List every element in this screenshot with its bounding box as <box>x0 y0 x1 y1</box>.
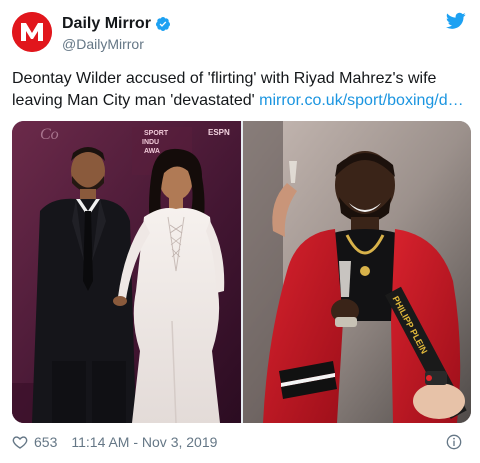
tweet-card[interactable]: Daily Mirror @DailyMirror Deontay Wilder… <box>0 0 480 463</box>
article-link[interactable]: mirror.co.uk/sport/boxing/d… <box>259 92 464 109</box>
display-name-row: Daily Mirror <box>62 14 171 34</box>
daily-mirror-logo-icon <box>12 12 52 52</box>
sign-sport: SPORT <box>144 130 169 137</box>
sign-espn: ESPN <box>208 128 230 137</box>
tweet-footer: 653 11:14 AM - Nov 3, 2019 <box>12 430 468 454</box>
tweet-timestamp[interactable]: 11:14 AM - Nov 3, 2019 <box>71 434 217 450</box>
tweet-media[interactable]: Co SPORT INDU AWA ESPN INDU <box>12 121 471 423</box>
info-icon[interactable] <box>446 434 462 450</box>
tweet-header: Daily Mirror @DailyMirror <box>12 8 468 56</box>
like-count[interactable]: 653 <box>34 434 57 450</box>
twitter-bird-icon[interactable] <box>446 12 466 30</box>
heart-icon[interactable] <box>12 434 28 450</box>
verified-badge-icon <box>155 17 170 31</box>
sign-indu: INDU <box>142 139 159 146</box>
avatar[interactable] <box>12 12 52 52</box>
svg-text:Co: Co <box>40 126 59 143</box>
photo-couple-red-carpet[interactable]: Co SPORT INDU AWA ESPN INDU <box>12 121 241 423</box>
jacket-photo-illustration: PHILIPP PLEIN <box>243 121 471 423</box>
couple-photo-illustration: Co SPORT INDU AWA ESPN INDU <box>12 121 241 423</box>
account-handle[interactable]: @DailyMirror <box>62 35 171 53</box>
tweet-text: Deontay Wilder accused of 'flirting' wit… <box>12 68 472 112</box>
account-names: Daily Mirror @DailyMirror <box>62 14 171 53</box>
photo-man-red-jacket[interactable]: PHILIPP PLEIN <box>243 121 471 423</box>
display-name[interactable]: Daily Mirror <box>62 14 151 34</box>
sign-awa: AWA <box>144 148 160 155</box>
